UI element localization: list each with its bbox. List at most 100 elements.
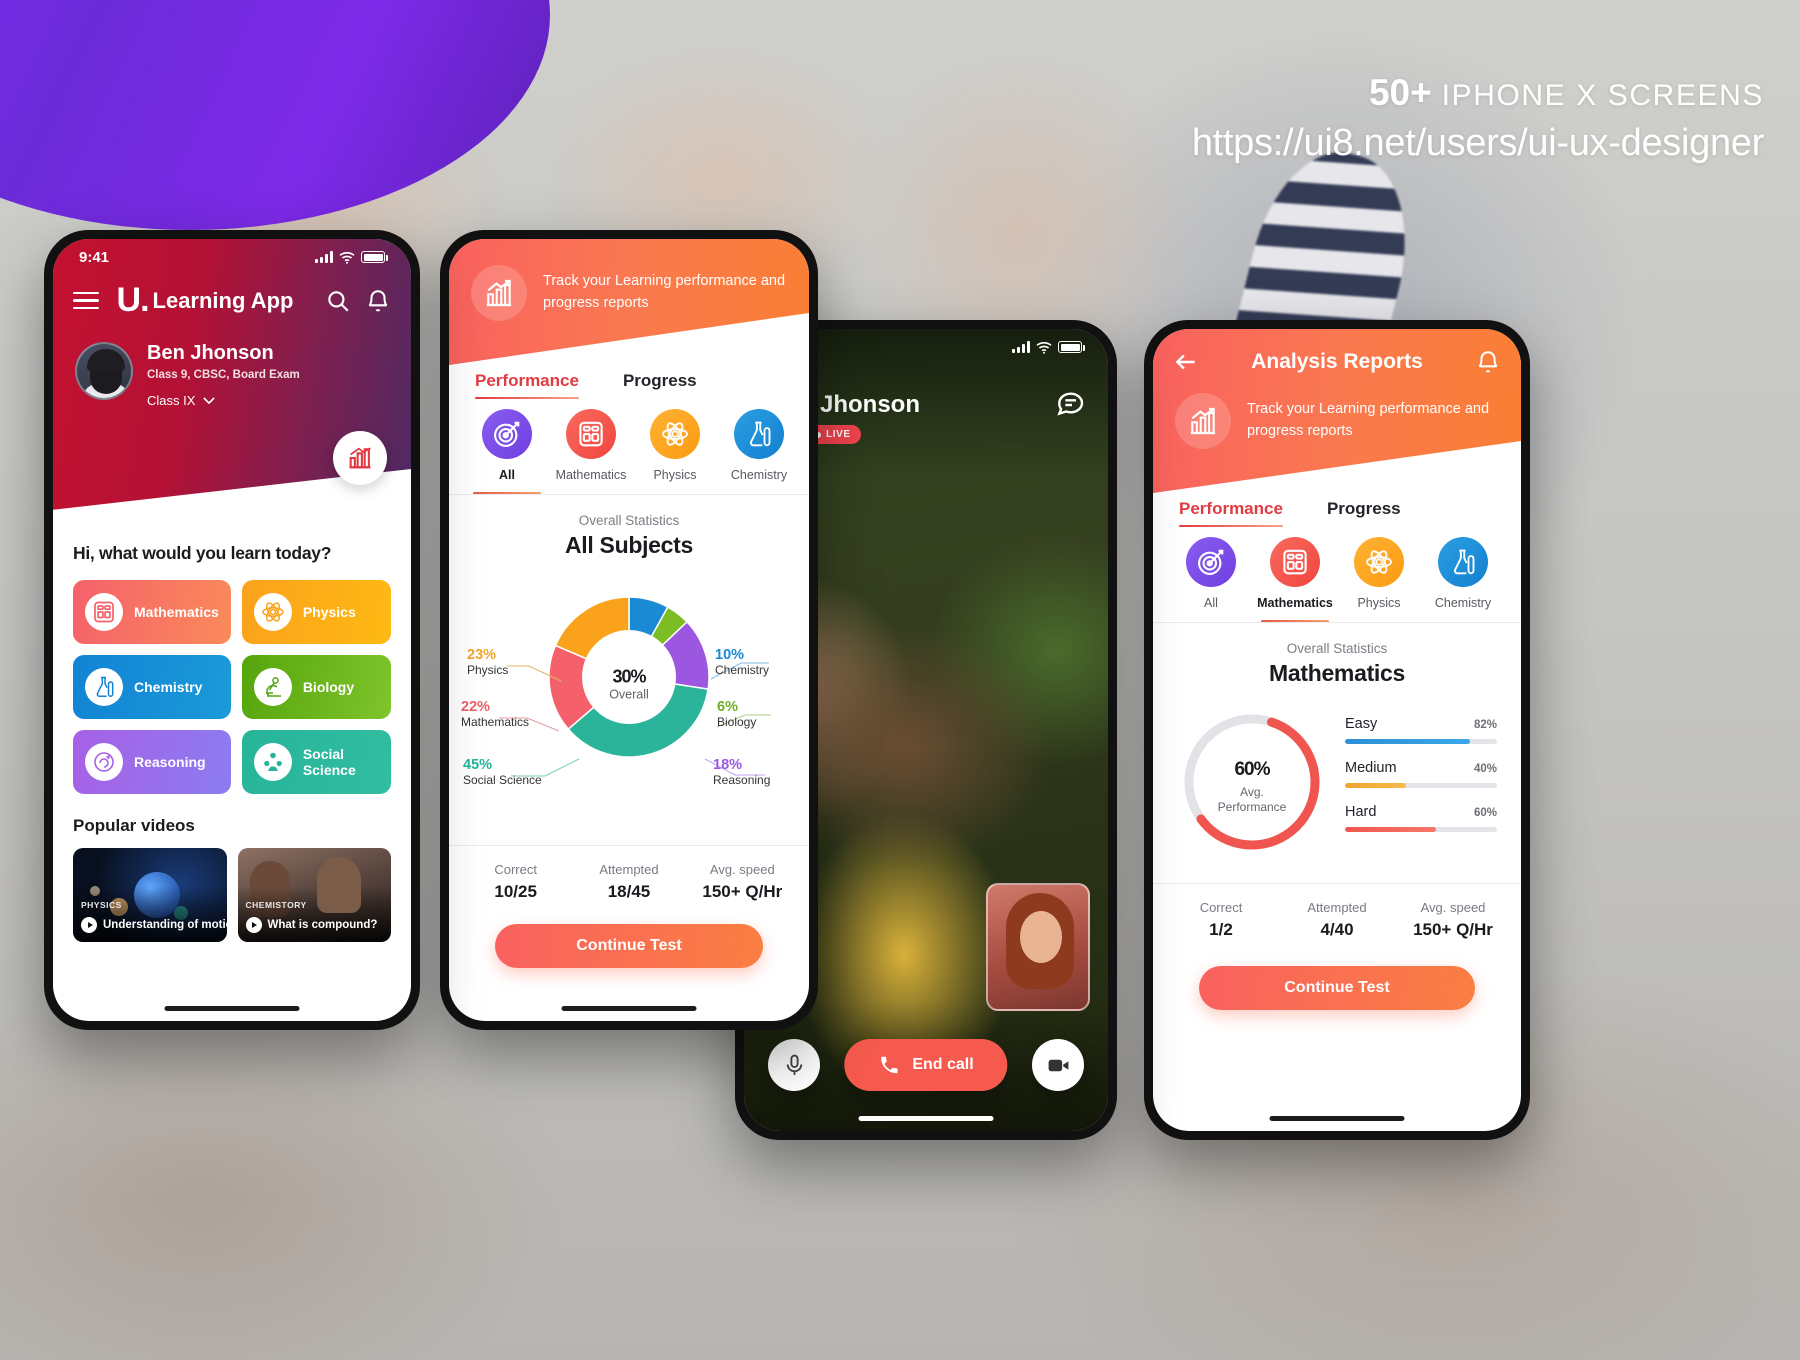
donut-label-mathematics: 22% Mathematics — [461, 699, 557, 729]
level-progress-track — [1345, 739, 1497, 744]
chip-chemistry[interactable]: Chemistry — [717, 409, 801, 494]
notification-bell-icon[interactable] — [1475, 349, 1501, 375]
subject-label: Chemistry — [134, 678, 203, 695]
report-banner-text: Track your Learning performance and prog… — [1247, 401, 1490, 439]
analysis-tabs: Performance Progress — [1153, 493, 1521, 527]
user-profile[interactable]: Ben Jhonson Class 9, CBSC, Board Exam Cl… — [53, 320, 411, 408]
subject-filter-chips: All Mathematics Physics Chemistry Bio — [449, 399, 809, 495]
stat-value: 150+ Q/Hr — [702, 882, 783, 901]
video-title: What is compound? — [267, 919, 378, 931]
tab-progress[interactable]: Progress — [1327, 499, 1401, 527]
video-card[interactable]: CHEMISTORY What is compound? — [237, 848, 391, 942]
subject-label: Social Science — [302, 745, 356, 778]
chip-physics[interactable]: Physics — [633, 409, 717, 494]
chip-mathematics[interactable]: Mathematics — [1253, 537, 1337, 622]
home-navbar: U. Learning App — [53, 273, 411, 320]
subject-label: Physics — [302, 603, 356, 620]
stat-key: Attempted — [1307, 900, 1367, 915]
subject-card-physics[interactable]: Physics — [241, 580, 391, 644]
analytics-fab-button[interactable] — [333, 431, 387, 485]
gauge-caption-line1: Avg. — [1240, 785, 1264, 799]
video-camera-icon — [1048, 1059, 1068, 1071]
chip-biology[interactable]: Bio — [801, 409, 809, 494]
stat-value: 10/25 — [494, 882, 537, 901]
tab-performance[interactable]: Performance — [1179, 499, 1283, 527]
level-percent: 82% — [1473, 719, 1497, 731]
play-icon[interactable] — [245, 917, 262, 933]
chip-label: Mathematics — [555, 468, 627, 482]
donut-label-name: Physics — [467, 663, 509, 677]
donut-label-value: 18% — [713, 757, 743, 773]
continue-test-button[interactable]: Continue Test — [495, 924, 763, 968]
self-view-pip[interactable] — [986, 883, 1090, 1011]
signal-icon — [315, 251, 333, 263]
analysis-header: Analysis Reports Track your Learning per… — [1153, 329, 1521, 493]
greeting-title: Hi, what would you learn today? — [73, 543, 332, 563]
home-indicator — [561, 1006, 697, 1011]
donut-label-name: Biology — [717, 715, 757, 729]
play-icon[interactable] — [81, 917, 97, 933]
donut-label-value: 6% — [717, 699, 738, 715]
back-arrow-icon[interactable] — [1173, 349, 1199, 375]
growth-chart-icon — [471, 265, 527, 321]
brand-name: Learning App — [152, 287, 294, 313]
difficulty-levels-list: Easy 82% Medium 40% Hard 60% — [1345, 716, 1497, 848]
search-icon[interactable] — [325, 288, 351, 314]
target-icon — [1186, 537, 1236, 587]
donut-label-value: 23% — [467, 647, 497, 663]
subject-card-social-science[interactable]: Social Science — [241, 730, 391, 794]
chip-mathematics[interactable]: Mathematics — [549, 409, 633, 494]
chat-icon[interactable] — [1054, 387, 1086, 419]
promo-url: https://ui8.net/users/ui-ux-designer — [1191, 122, 1764, 164]
tab-performance[interactable]: Performance — [475, 371, 579, 399]
level-progress-track — [1345, 827, 1497, 832]
screen-performance: Track your Learning performance and prog… — [449, 239, 809, 1021]
donut-label-name: Reasoning — [713, 773, 771, 787]
chip-label: All — [499, 468, 515, 482]
class-selector[interactable]: Class IX — [147, 393, 300, 408]
camera-toggle-button[interactable] — [1032, 1039, 1084, 1091]
stat-value: 4/40 — [1320, 920, 1354, 939]
chip-physics[interactable]: Physics — [1337, 537, 1421, 622]
status-indicators — [1012, 341, 1085, 354]
analysis-stats-row: Correct 1/2 Attempted 4/40 Avg. speed 15… — [1153, 883, 1521, 952]
report-banner: Track your Learning performance and prog… — [449, 239, 809, 365]
microscope-icon — [253, 668, 292, 706]
calculator-icon — [566, 409, 616, 459]
home-body: Hi, what would you learn today? Mathemat… — [53, 529, 411, 942]
end-call-button[interactable]: End call — [844, 1039, 1008, 1091]
stat-value: 150+ Q/Hr — [1413, 920, 1493, 939]
wifi-icon — [1036, 341, 1052, 354]
flask-icon — [1438, 537, 1488, 587]
video-category: PHYSICS — [81, 900, 122, 910]
subject-card-reasoning[interactable]: Reasoning — [73, 730, 231, 794]
battery-icon — [361, 251, 388, 263]
overall-statistics-label: Overall Statistics — [578, 513, 680, 528]
subject-card-mathematics[interactable]: Mathematics — [73, 580, 231, 644]
chip-all[interactable]: All — [1169, 537, 1253, 622]
mic-toggle-button[interactable] — [768, 1039, 820, 1091]
gauge-value: 60 — [1234, 759, 1254, 780]
chip-label: Physics — [653, 468, 697, 482]
level-progress-fill — [1345, 783, 1406, 788]
chip-chemistry[interactable]: Chemistry — [1421, 537, 1505, 622]
chip-all[interactable]: All — [465, 409, 549, 494]
subject-card-biology[interactable]: Biology — [241, 655, 391, 719]
donut-label-name: Chemistry — [715, 663, 770, 677]
level-name: Hard — [1345, 804, 1377, 820]
donut-label-reasoning: 18% Reasoning — [713, 757, 801, 787]
notification-bell-icon[interactable] — [365, 288, 391, 314]
flask-icon — [85, 668, 123, 706]
donut-label-name: Mathematics — [461, 715, 530, 729]
calculator-icon — [85, 593, 123, 631]
chip-biology[interactable]: Bio — [1505, 537, 1521, 622]
performance-header: Track your Learning performance and prog… — [449, 239, 809, 365]
atom-icon — [253, 593, 292, 631]
menu-icon[interactable] — [73, 287, 99, 315]
video-card[interactable]: PHYSICS Understanding of motion — [73, 848, 227, 942]
donut-label-value: 22% — [461, 699, 491, 715]
continue-test-button[interactable]: Continue Test — [1199, 966, 1475, 1010]
subject-card-chemistry[interactable]: Chemistry — [73, 655, 231, 719]
tab-progress[interactable]: Progress — [623, 371, 697, 399]
popular-videos-title: Popular videos — [73, 816, 195, 835]
